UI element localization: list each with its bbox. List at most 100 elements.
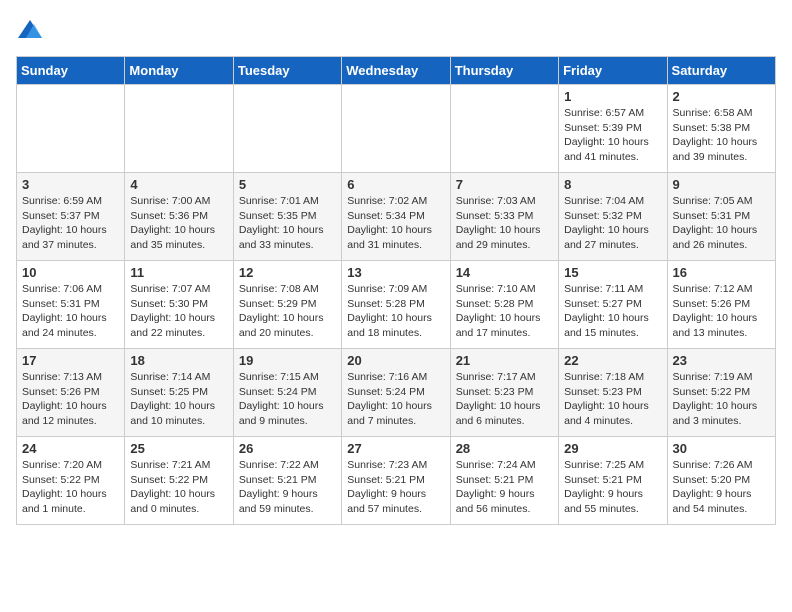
day-info: Sunrise: 7:16 AM Sunset: 5:24 PM Dayligh… (347, 370, 444, 429)
day-info: Sunrise: 7:08 AM Sunset: 5:29 PM Dayligh… (239, 282, 336, 341)
day-number: 11 (130, 265, 227, 280)
day-info: Sunrise: 7:18 AM Sunset: 5:23 PM Dayligh… (564, 370, 661, 429)
day-info: Sunrise: 7:21 AM Sunset: 5:22 PM Dayligh… (130, 458, 227, 517)
calendar-cell: 3 Sunrise: 6:59 AM Sunset: 5:37 PM Daylig… (17, 173, 125, 261)
day-number: 17 (22, 353, 119, 368)
day-number: 19 (239, 353, 336, 368)
calendar-body: 1 Sunrise: 6:57 AM Sunset: 5:39 PM Daylig… (17, 85, 776, 525)
calendar-cell: 2 Sunrise: 6:58 AM Sunset: 5:38 PM Daylig… (667, 85, 775, 173)
day-number: 2 (673, 89, 770, 104)
day-info: Sunrise: 7:25 AM Sunset: 5:21 PM Dayligh… (564, 458, 661, 517)
calendar-cell: 4 Sunrise: 7:00 AM Sunset: 5:36 PM Daylig… (125, 173, 233, 261)
weekday-header-friday: Friday (559, 57, 667, 85)
calendar-cell: 12Sunrise: 7:08 AM Sunset: 5:29 PM Dayli… (233, 261, 341, 349)
weekday-header-tuesday: Tuesday (233, 57, 341, 85)
day-number: 18 (130, 353, 227, 368)
calendar-cell: 25 Sunrise: 7:21 AM Sunset: 5:22 PM Dayli… (125, 437, 233, 525)
day-info: Sunrise: 7:07 AM Sunset: 5:30 PM Dayligh… (130, 282, 227, 341)
day-info: Sunrise: 7:06 AM Sunset: 5:31 PM Dayligh… (22, 282, 119, 341)
day-info: Sunrise: 6:57 AM Sunset: 5:39 PM Dayligh… (564, 106, 661, 165)
day-number: 20 (347, 353, 444, 368)
week-row-4: 17 Sunrise: 7:13 AM Sunset: 5:26 PM Dayli… (17, 349, 776, 437)
day-info: Sunrise: 7:10 AM Sunset: 5:28 PM Dayligh… (456, 282, 553, 341)
calendar-cell (125, 85, 233, 173)
day-number: 14 (456, 265, 553, 280)
week-row-2: 3 Sunrise: 6:59 AM Sunset: 5:37 PM Daylig… (17, 173, 776, 261)
day-number: 4 (130, 177, 227, 192)
day-info: Sunrise: 7:05 AM Sunset: 5:31 PM Dayligh… (673, 194, 770, 253)
calendar-cell (450, 85, 558, 173)
calendar-cell: 28Sunrise: 7:24 AM Sunset: 5:21 PM Dayli… (450, 437, 558, 525)
calendar-cell: 1 Sunrise: 6:57 AM Sunset: 5:39 PM Daylig… (559, 85, 667, 173)
calendar-cell: 11 Sunrise: 7:07 AM Sunset: 5:30 PM Dayli… (125, 261, 233, 349)
weekday-header-monday: Monday (125, 57, 233, 85)
day-number: 1 (564, 89, 661, 104)
day-info: Sunrise: 7:26 AM Sunset: 5:20 PM Dayligh… (673, 458, 770, 517)
day-number: 16 (673, 265, 770, 280)
calendar-cell: 23 Sunrise: 7:19 AM Sunset: 5:22 PM Dayli… (667, 349, 775, 437)
calendar-cell: 27 Sunrise: 7:23 AM Sunset: 5:21 PM Dayli… (342, 437, 450, 525)
day-info: Sunrise: 6:59 AM Sunset: 5:37 PM Dayligh… (22, 194, 119, 253)
calendar-cell: 6 Sunrise: 7:02 AM Sunset: 5:34 PM Daylig… (342, 173, 450, 261)
day-number: 27 (347, 441, 444, 456)
day-number: 25 (130, 441, 227, 456)
logo-icon (16, 16, 44, 44)
calendar-cell: 17 Sunrise: 7:13 AM Sunset: 5:26 PM Dayli… (17, 349, 125, 437)
day-number: 9 (673, 177, 770, 192)
calendar-cell: 9 Sunrise: 7:05 AM Sunset: 5:31 PM Daylig… (667, 173, 775, 261)
weekday-header-sunday: Sunday (17, 57, 125, 85)
calendar-cell: 18 Sunrise: 7:14 AM Sunset: 5:25 PM Dayli… (125, 349, 233, 437)
day-info: Sunrise: 6:58 AM Sunset: 5:38 PM Dayligh… (673, 106, 770, 165)
calendar-cell: 10 Sunrise: 7:06 AM Sunset: 5:31 PM Dayli… (17, 261, 125, 349)
day-number: 6 (347, 177, 444, 192)
day-number: 8 (564, 177, 661, 192)
calendar-cell: 26Sunrise: 7:22 AM Sunset: 5:21 PM Dayli… (233, 437, 341, 525)
week-row-5: 24 Sunrise: 7:20 AM Sunset: 5:22 PM Dayli… (17, 437, 776, 525)
logo (16, 16, 48, 44)
calendar: SundayMondayTuesdayWednesdayThursdayFrid… (16, 56, 776, 525)
day-number: 7 (456, 177, 553, 192)
weekday-header-saturday: Saturday (667, 57, 775, 85)
calendar-cell: 13 Sunrise: 7:09 AM Sunset: 5:28 PM Dayli… (342, 261, 450, 349)
calendar-cell (17, 85, 125, 173)
day-info: Sunrise: 7:00 AM Sunset: 5:36 PM Dayligh… (130, 194, 227, 253)
day-info: Sunrise: 7:14 AM Sunset: 5:25 PM Dayligh… (130, 370, 227, 429)
calendar-cell: 16 Sunrise: 7:12 AM Sunset: 5:26 PM Dayli… (667, 261, 775, 349)
weekday-header-row: SundayMondayTuesdayWednesdayThursdayFrid… (17, 57, 776, 85)
day-info: Sunrise: 7:09 AM Sunset: 5:28 PM Dayligh… (347, 282, 444, 341)
calendar-cell: 29 Sunrise: 7:25 AM Sunset: 5:21 PM Dayli… (559, 437, 667, 525)
day-info: Sunrise: 7:03 AM Sunset: 5:33 PM Dayligh… (456, 194, 553, 253)
day-info: Sunrise: 7:15 AM Sunset: 5:24 PM Dayligh… (239, 370, 336, 429)
day-info: Sunrise: 7:19 AM Sunset: 5:22 PM Dayligh… (673, 370, 770, 429)
calendar-cell: 14 Sunrise: 7:10 AM Sunset: 5:28 PM Dayli… (450, 261, 558, 349)
day-number: 23 (673, 353, 770, 368)
calendar-cell: 7 Sunrise: 7:03 AM Sunset: 5:33 PM Daylig… (450, 173, 558, 261)
calendar-cell: 30 Sunrise: 7:26 AM Sunset: 5:20 PM Dayli… (667, 437, 775, 525)
calendar-cell: 21Sunrise: 7:17 AM Sunset: 5:23 PM Dayli… (450, 349, 558, 437)
day-number: 24 (22, 441, 119, 456)
day-info: Sunrise: 7:24 AM Sunset: 5:21 PM Dayligh… (456, 458, 553, 517)
calendar-cell: 22Sunrise: 7:18 AM Sunset: 5:23 PM Dayli… (559, 349, 667, 437)
week-row-3: 10 Sunrise: 7:06 AM Sunset: 5:31 PM Dayli… (17, 261, 776, 349)
day-number: 3 (22, 177, 119, 192)
calendar-cell (233, 85, 341, 173)
calendar-cell: 20 Sunrise: 7:16 AM Sunset: 5:24 PM Dayli… (342, 349, 450, 437)
weekday-header-thursday: Thursday (450, 57, 558, 85)
day-number: 30 (673, 441, 770, 456)
day-info: Sunrise: 7:01 AM Sunset: 5:35 PM Dayligh… (239, 194, 336, 253)
day-number: 13 (347, 265, 444, 280)
day-info: Sunrise: 7:02 AM Sunset: 5:34 PM Dayligh… (347, 194, 444, 253)
day-number: 26 (239, 441, 336, 456)
weekday-header-wednesday: Wednesday (342, 57, 450, 85)
day-info: Sunrise: 7:23 AM Sunset: 5:21 PM Dayligh… (347, 458, 444, 517)
day-info: Sunrise: 7:20 AM Sunset: 5:22 PM Dayligh… (22, 458, 119, 517)
day-number: 10 (22, 265, 119, 280)
day-info: Sunrise: 7:12 AM Sunset: 5:26 PM Dayligh… (673, 282, 770, 341)
day-number: 29 (564, 441, 661, 456)
day-info: Sunrise: 7:04 AM Sunset: 5:32 PM Dayligh… (564, 194, 661, 253)
day-number: 5 (239, 177, 336, 192)
day-number: 15 (564, 265, 661, 280)
day-info: Sunrise: 7:11 AM Sunset: 5:27 PM Dayligh… (564, 282, 661, 341)
day-info: Sunrise: 7:13 AM Sunset: 5:26 PM Dayligh… (22, 370, 119, 429)
day-number: 21 (456, 353, 553, 368)
